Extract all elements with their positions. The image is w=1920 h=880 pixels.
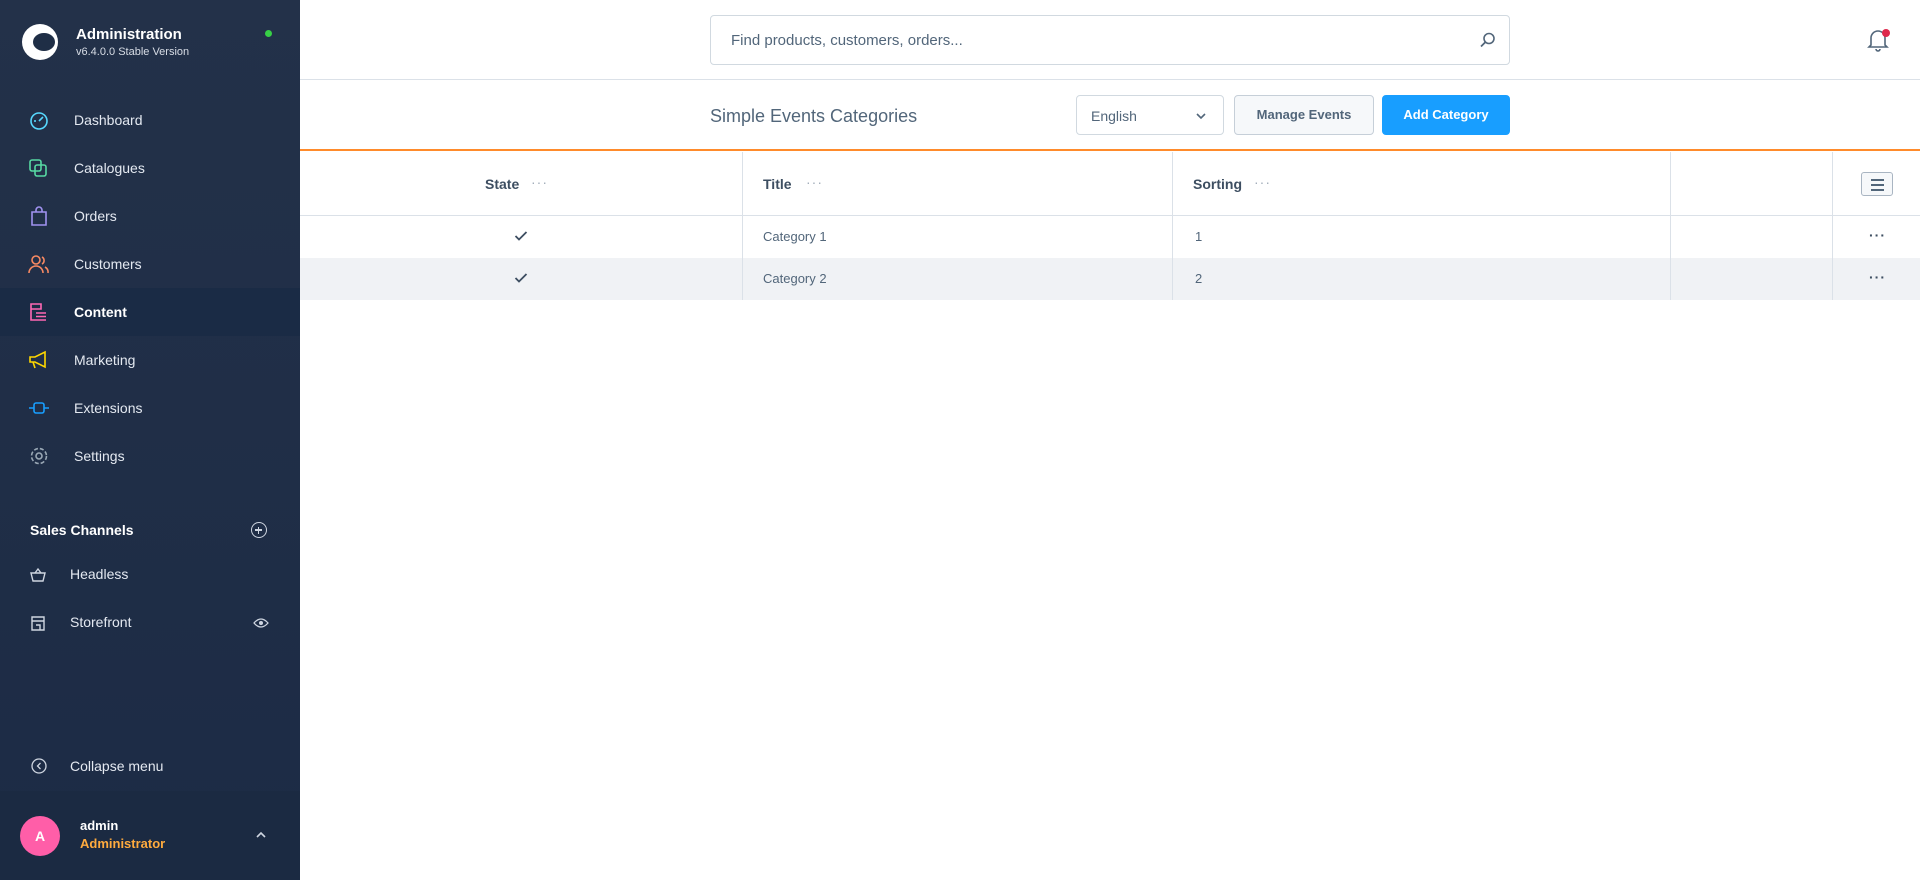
user-name: admin [80,818,119,833]
sorting-cell: 1 [1172,216,1670,258]
nav-item-settings[interactable]: Settings [0,432,300,480]
online-status-dot [265,30,272,37]
language-value: English [1091,108,1137,124]
eye-icon[interactable] [253,617,269,629]
sorting-value: 2 [1195,271,1203,286]
add-sales-channel-icon[interactable] [251,522,267,538]
nav-label: Content [74,304,127,320]
sales-channel-item-storefront[interactable]: Storefront [0,599,300,647]
nav-item-marketing[interactable]: Marketing [0,336,300,384]
grid-settings-button[interactable] [1861,172,1893,196]
add-category-button[interactable]: Add Category [1382,95,1510,135]
nav-item-extensions[interactable]: Extensions [0,384,300,432]
nav-item-catalogues[interactable]: Catalogues [0,144,300,192]
column-menu-icon[interactable]: ··· [806,174,823,190]
catalogues-icon [29,159,47,177]
user-role: Administrator [80,836,166,851]
nav-label: Settings [74,448,125,464]
sidebar: Administration v6.4.0.0 Stable Version D… [0,0,300,880]
customers-icon [28,255,49,274]
column-header-title[interactable]: Title ··· [742,152,1172,215]
language-select[interactable]: English [1076,95,1224,135]
title-cell: Category 1 [742,216,1172,258]
column-header-state[interactable]: State ··· [300,152,742,215]
state-cell [300,258,742,300]
collapse-menu-label: Collapse menu [70,758,164,774]
chevron-down-icon [1196,113,1206,120]
avatar: A [20,816,60,856]
column-header-sorting[interactable]: Sorting ··· [1172,152,1670,215]
sales-channel-label: Headless [70,566,129,582]
top-bar [300,0,1920,80]
basket-icon [30,567,46,582]
checkmark-icon [514,273,528,283]
collapse-menu-button[interactable]: Collapse menu [0,742,300,790]
search-icon[interactable] [1479,31,1497,49]
nav-label: Orders [74,208,117,224]
sorting-value: 1 [1195,229,1203,244]
row-context-menu-icon[interactable]: ··· [1869,227,1886,243]
chevron-left-circle-icon [31,758,47,774]
nav-label: Dashboard [74,112,143,128]
sorting-cell: 2 [1172,258,1670,300]
table-row[interactable]: Category 2 2 ··· [300,258,1920,300]
page-title: Simple Events Categories [710,106,918,126]
global-search [710,15,1510,65]
manage-events-button[interactable]: Manage Events [1234,95,1374,135]
brand-version: v6.4.0.0 Stable Version [76,46,190,58]
state-cell [300,216,742,258]
empty-cell [1670,258,1832,300]
nav-label: Extensions [74,400,143,416]
main-nav: Dashboard Catalogues Orders Customers Co… [0,96,300,480]
empty-cell [1670,216,1832,258]
chevron-up-icon[interactable] [255,829,267,841]
column-label: State [485,176,520,192]
nav-label: Catalogues [74,160,145,176]
sales-channel-label: Storefront [70,614,132,630]
column-label: Sorting [1193,176,1242,192]
nav-item-content[interactable]: Content [0,288,300,336]
categories-table: State ··· Title ··· Sorting ··· Category… [300,152,1920,300]
brand: Administration v6.4.0.0 Stable Version [0,0,300,85]
column-menu-icon[interactable]: ··· [531,174,548,190]
sales-channel-item-headless[interactable]: Headless [0,551,300,599]
nav-label: Customers [74,256,142,272]
settings-icon [30,447,48,465]
category-title[interactable]: Category 2 [763,271,827,286]
sales-channels-title: Sales Channels [30,522,134,538]
table-row[interactable]: Category 1 1 ··· [300,216,1920,258]
column-label: Title [763,176,792,192]
dashboard-icon [30,112,48,130]
column-menu-icon[interactable]: ··· [1254,174,1271,190]
nav-item-customers[interactable]: Customers [0,240,300,288]
row-context-menu-icon[interactable]: ··· [1869,269,1886,285]
title-cell: Category 2 [742,258,1172,300]
column-header-empty [1670,152,1832,215]
marketing-icon [29,350,46,369]
orders-icon [31,206,47,226]
notification-badge [1882,29,1890,37]
nav-label: Marketing [74,352,136,368]
brand-title: Administration [76,26,182,43]
nav-item-dashboard[interactable]: Dashboard [0,96,300,144]
extensions-icon [29,402,49,414]
shopware-logo-icon[interactable] [22,24,58,60]
checkmark-icon [514,231,528,241]
search-input[interactable] [731,16,1451,64]
smart-bar: Simple Events Categories English Manage … [300,81,1920,151]
storefront-icon [31,616,45,631]
user-menu[interactable]: A admin Administrator [0,791,300,880]
nav-item-orders[interactable]: Orders [0,192,300,240]
table-header: State ··· Title ··· Sorting ··· [300,152,1920,216]
content-icon [30,303,46,321]
category-title[interactable]: Category 1 [763,229,827,244]
